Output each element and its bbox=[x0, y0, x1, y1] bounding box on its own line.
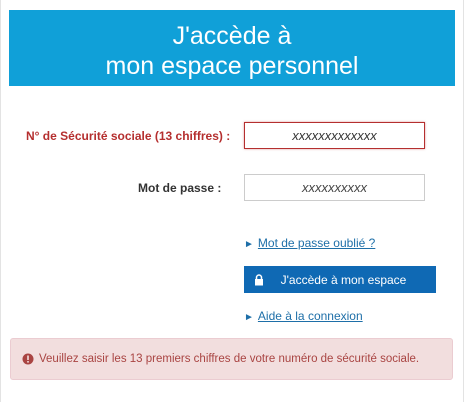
header-title-line2: mon espace personnel bbox=[105, 52, 359, 80]
lock-icon bbox=[253, 273, 265, 286]
help-label: Aide à la connexion bbox=[257, 309, 363, 323]
help-link[interactable]: ► Aide à la connexion bbox=[244, 309, 363, 323]
ssn-label: N° de Sécurité sociale (13 chiffres) : bbox=[26, 129, 231, 143]
forgot-password-label: Mot de passe oublié ? bbox=[257, 236, 376, 250]
arrow-right-icon: ► bbox=[244, 239, 254, 250]
login-button[interactable]: J'accède à mon espace bbox=[244, 266, 436, 293]
error-message: Veuillez saisir les 13 premiers chiffres… bbox=[39, 353, 420, 365]
login-panel: J'accède à mon espace personnel N° de Sé… bbox=[0, 0, 467, 402]
arrow-right-icon: ► bbox=[244, 312, 254, 323]
ssn-input[interactable] bbox=[244, 122, 425, 149]
header-title-line1: J'accède à bbox=[172, 22, 292, 50]
forgot-password-link[interactable]: ► Mot de passe oublié ? bbox=[244, 236, 375, 250]
password-label: Mot de passe : bbox=[138, 181, 222, 195]
exclamation-circle-icon bbox=[22, 353, 34, 365]
error-alert: Veuillez saisir les 13 premiers chiffres… bbox=[10, 338, 453, 380]
login-button-label: J'accède à mon espace bbox=[280, 272, 407, 287]
page-header: J'accède à mon espace personnel bbox=[9, 10, 455, 86]
password-input[interactable] bbox=[244, 174, 425, 201]
